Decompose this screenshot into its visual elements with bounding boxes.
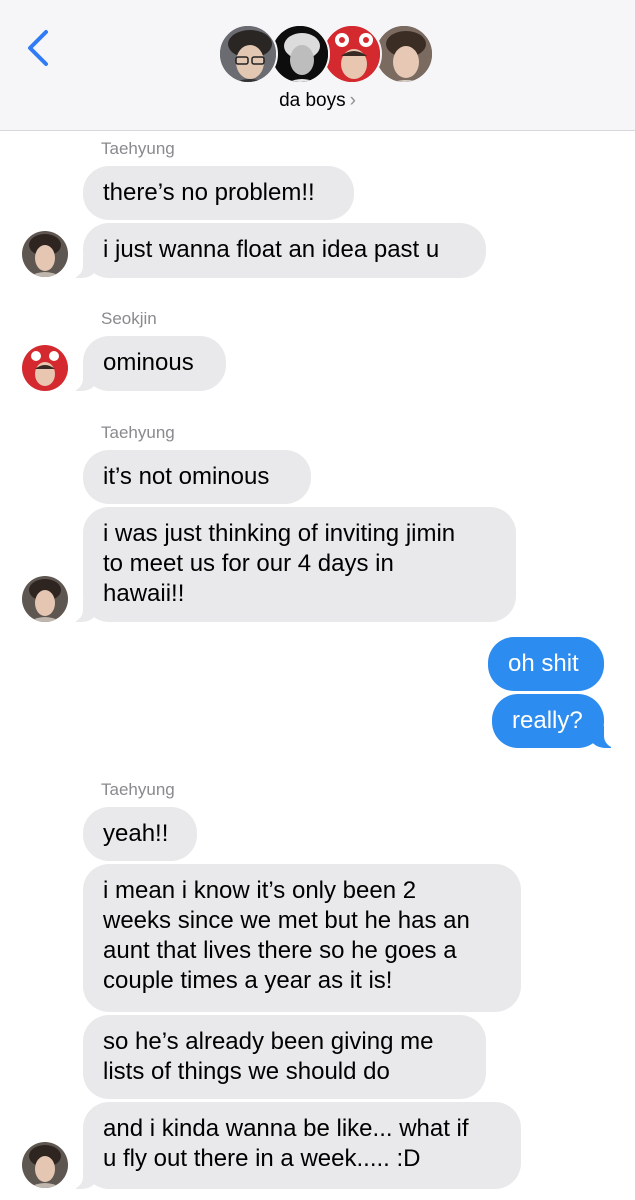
message-line: hawaii!! [103,580,185,607]
message-text: i just wanna float an idea past u [103,236,440,263]
message-bubble[interactable]: and i kinda wanna be like... what if u f… [71,1102,521,1189]
avatar[interactable] [22,231,68,277]
avatar[interactable] [22,345,68,391]
message-bubble[interactable]: i mean i know it’s only been 2 weeks sin… [83,864,521,1012]
message-line: lists of things we should do [103,1058,390,1085]
message-bubble[interactable]: i was just thinking of inviting jimin to… [71,507,516,622]
message-line: couple times a year as it is! [103,967,393,994]
messages-screen: da boys › Taehyung there’s no problem!! i… [0,0,635,1200]
message-text: yeah!! [103,820,169,847]
message-text: i was just thinking of inviting jimin to… [103,520,455,607]
message-bubble[interactable]: there’s no problem!! [83,166,354,220]
avatar[interactable] [22,1142,68,1188]
back-button[interactable] [18,26,58,70]
group-name[interactable]: da boys › [0,90,635,112]
message-text: there’s no problem!! [103,179,315,206]
message-text: oh shit [508,650,579,677]
sender-label: Taehyung [101,780,175,799]
message-bubble-sent[interactable]: oh shit [488,637,604,691]
message-line: i was just thinking of inviting jimin [103,520,456,547]
sender-label: Taehyung [101,139,175,158]
message-text: it’s not ominous [103,463,270,490]
message-text: and i kinda wanna be like... what if u f… [103,1115,469,1172]
avatar [270,24,330,84]
message-line: u fly out there in a week..... :D [103,1145,421,1172]
chevron-left-icon [28,30,48,66]
group-name-label: da boys [279,90,346,111]
avatar[interactable] [22,576,68,622]
message-line: to meet us for our 4 days in [103,550,394,577]
message-line: i mean i know it’s only been 2 [103,877,417,904]
avatar [218,24,278,84]
message-bubble[interactable]: ominous [71,336,226,391]
message-text: i mean i know it’s only been 2 weeks sin… [103,877,470,994]
avatar [322,24,382,84]
message-line: weeks since we met but he has an [103,907,470,934]
conversation-header: da boys › [0,0,635,131]
message-bubble[interactable]: i just wanna float an idea past u [71,223,486,278]
avatar [374,24,434,84]
chevron-right-icon: › [349,90,356,111]
group-avatars[interactable] [218,24,434,86]
message-line: so he’s already been giving me [103,1028,434,1055]
message-bubble[interactable]: yeah!! [83,807,197,861]
message-text: ominous [103,349,194,376]
sender-label: Taehyung [101,423,175,442]
message-line: aunt that lives there so he goes a [103,937,457,964]
message-bubble[interactable]: so he’s already been giving me lists of … [83,1015,486,1099]
message-bubble-sent[interactable]: really? [492,694,616,748]
sender-label: Seokjin [101,309,157,328]
message-text: so he’s already been giving me lists of … [103,1028,433,1085]
message-bubble[interactable]: it’s not ominous [83,450,311,504]
message-text: really? [512,707,583,734]
message-line: and i kinda wanna be like... what if [103,1115,469,1142]
